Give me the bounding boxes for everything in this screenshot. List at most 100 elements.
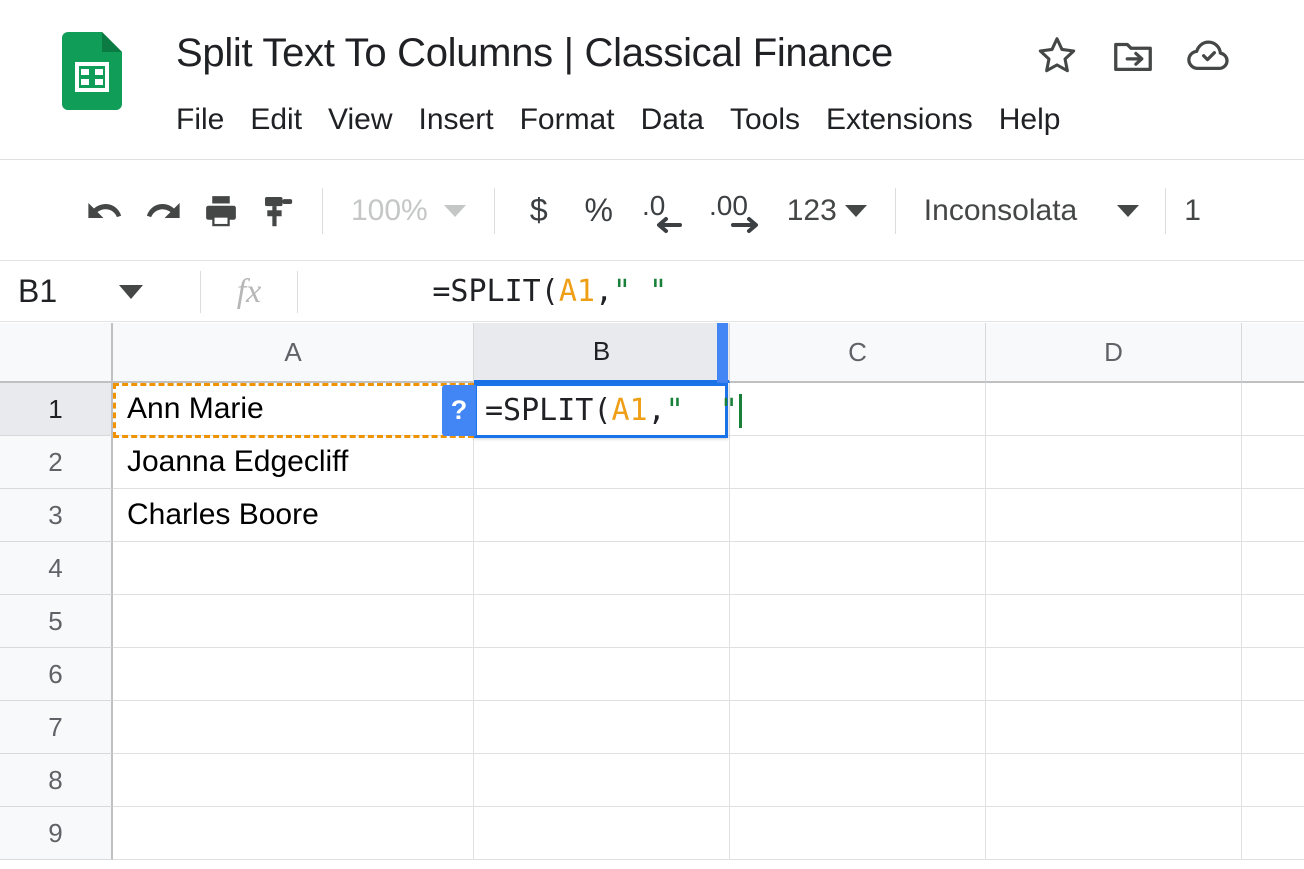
X3-cell[interactable]	[1242, 489, 1304, 542]
menu-item-insert[interactable]: Insert	[406, 98, 507, 142]
decrease-decimal-button[interactable]: .0	[629, 182, 701, 240]
column-header-d[interactable]: D	[986, 323, 1242, 383]
star-icon[interactable]	[1032, 30, 1082, 80]
X2-cell[interactable]	[1242, 436, 1304, 489]
select-all-corner[interactable]	[0, 323, 113, 383]
formula-cell-reference: A1	[559, 274, 595, 309]
document-title-area: Split Text To Columns | Classical Financ…	[176, 22, 893, 84]
percent-format-button[interactable]: %	[569, 182, 629, 240]
B2-cell[interactable]	[474, 436, 730, 489]
D7-cell[interactable]	[986, 701, 1242, 754]
A3-cell[interactable]: Charles Boore	[113, 489, 474, 542]
editor-prefix: =SPLIT(	[485, 393, 611, 428]
name-box-value: B1	[18, 273, 57, 310]
zoom-selector[interactable]: 100%	[337, 194, 466, 228]
chevron-down-icon[interactable]	[119, 285, 143, 299]
C6-cell[interactable]	[730, 648, 986, 701]
A7-cell[interactable]	[113, 701, 474, 754]
X4-cell[interactable]	[1242, 542, 1304, 595]
number-format-selector[interactable]: 123	[787, 194, 867, 228]
C1-cell[interactable]	[730, 383, 986, 436]
currency-format-button[interactable]: $	[509, 182, 569, 240]
B9-cell[interactable]	[474, 807, 730, 860]
decrease-decimal-label: .0	[642, 190, 665, 221]
row-header-2[interactable]: 2	[0, 436, 113, 489]
X8-cell[interactable]	[1242, 754, 1304, 807]
title-bar: Split Text To Columns | Classical Financ…	[0, 0, 1304, 160]
C5-cell[interactable]	[730, 595, 986, 648]
X7-cell[interactable]	[1242, 701, 1304, 754]
A5-cell[interactable]	[113, 595, 474, 648]
B8-cell[interactable]	[474, 754, 730, 807]
D4-cell[interactable]	[986, 542, 1242, 595]
font-size-value: 1	[1184, 194, 1201, 228]
X9-cell[interactable]	[1242, 807, 1304, 860]
A2-cell[interactable]: Joanna Edgecliff	[113, 436, 474, 489]
column-header-c[interactable]: C	[730, 323, 986, 383]
D9-cell[interactable]	[986, 807, 1242, 860]
column-header-label: D	[1104, 337, 1123, 368]
column-header-extra[interactable]	[1242, 323, 1304, 383]
page-title[interactable]: Split Text To Columns | Classical Financ…	[176, 22, 893, 84]
row-header-4[interactable]: 4	[0, 542, 113, 595]
move-to-folder-icon[interactable]	[1108, 30, 1158, 80]
menu-item-extensions[interactable]: Extensions	[813, 98, 986, 142]
B6-cell[interactable]	[474, 648, 730, 701]
zoom-value: 100%	[351, 194, 428, 228]
D6-cell[interactable]	[986, 648, 1242, 701]
sheets-logo-icon[interactable]	[62, 32, 122, 110]
C4-cell[interactable]	[730, 542, 986, 595]
D2-cell[interactable]	[986, 436, 1242, 489]
C9-cell[interactable]	[730, 807, 986, 860]
row-header-9[interactable]: 9	[0, 807, 113, 860]
B7-cell[interactable]	[474, 701, 730, 754]
formula-help-badge[interactable]: ?	[442, 385, 476, 436]
print-icon[interactable]	[192, 182, 250, 240]
menu-item-data[interactable]: Data	[628, 98, 717, 142]
A8-cell[interactable]	[113, 754, 474, 807]
D8-cell[interactable]	[986, 754, 1242, 807]
name-box[interactable]: B1	[0, 273, 200, 310]
A6-cell[interactable]	[113, 648, 474, 701]
cell-editor-b1[interactable]: =SPLIT(A1," "	[474, 383, 728, 438]
B5-cell[interactable]	[474, 595, 730, 648]
D5-cell[interactable]	[986, 595, 1242, 648]
menu-item-format[interactable]: Format	[507, 98, 628, 142]
menu-item-view[interactable]: View	[315, 98, 405, 142]
row-header-8[interactable]: 8	[0, 754, 113, 807]
C2-cell[interactable]	[730, 436, 986, 489]
row-header-label: 9	[48, 818, 62, 849]
X6-cell[interactable]	[1242, 648, 1304, 701]
redo-icon[interactable]	[134, 182, 192, 240]
row-header-3[interactable]: 3	[0, 489, 113, 542]
column-header-a[interactable]: A	[113, 323, 474, 383]
paint-format-icon[interactable]	[250, 182, 308, 240]
font-size-selector[interactable]: 1	[1184, 194, 1201, 228]
X5-cell[interactable]	[1242, 595, 1304, 648]
row-header-6[interactable]: 6	[0, 648, 113, 701]
row-header-5[interactable]: 5	[0, 595, 113, 648]
menu-item-help[interactable]: Help	[986, 98, 1074, 142]
menu-item-tools[interactable]: Tools	[717, 98, 813, 142]
X1-cell[interactable]	[1242, 383, 1304, 436]
D1-cell[interactable]	[986, 383, 1242, 436]
menu-item-file[interactable]: File	[176, 98, 237, 142]
C3-cell[interactable]	[730, 489, 986, 542]
A1-cell[interactable]: Ann Marie	[113, 383, 474, 436]
A4-cell[interactable]	[113, 542, 474, 595]
row-header-7[interactable]: 7	[0, 701, 113, 754]
undo-icon[interactable]	[76, 182, 134, 240]
increase-decimal-button[interactable]: .00	[701, 182, 779, 240]
D3-cell[interactable]	[986, 489, 1242, 542]
C7-cell[interactable]	[730, 701, 986, 754]
cloud-saved-icon[interactable]	[1184, 30, 1234, 80]
menu-item-edit[interactable]: Edit	[237, 98, 315, 142]
B3-cell[interactable]	[474, 489, 730, 542]
column-header-b[interactable]: B	[474, 323, 730, 383]
row-header-1[interactable]: 1	[0, 383, 113, 436]
column-header-label: B	[593, 336, 610, 367]
A9-cell[interactable]	[113, 807, 474, 860]
font-family-selector[interactable]: Inconsolata	[924, 194, 1139, 228]
C8-cell[interactable]	[730, 754, 986, 807]
B4-cell[interactable]	[474, 542, 730, 595]
